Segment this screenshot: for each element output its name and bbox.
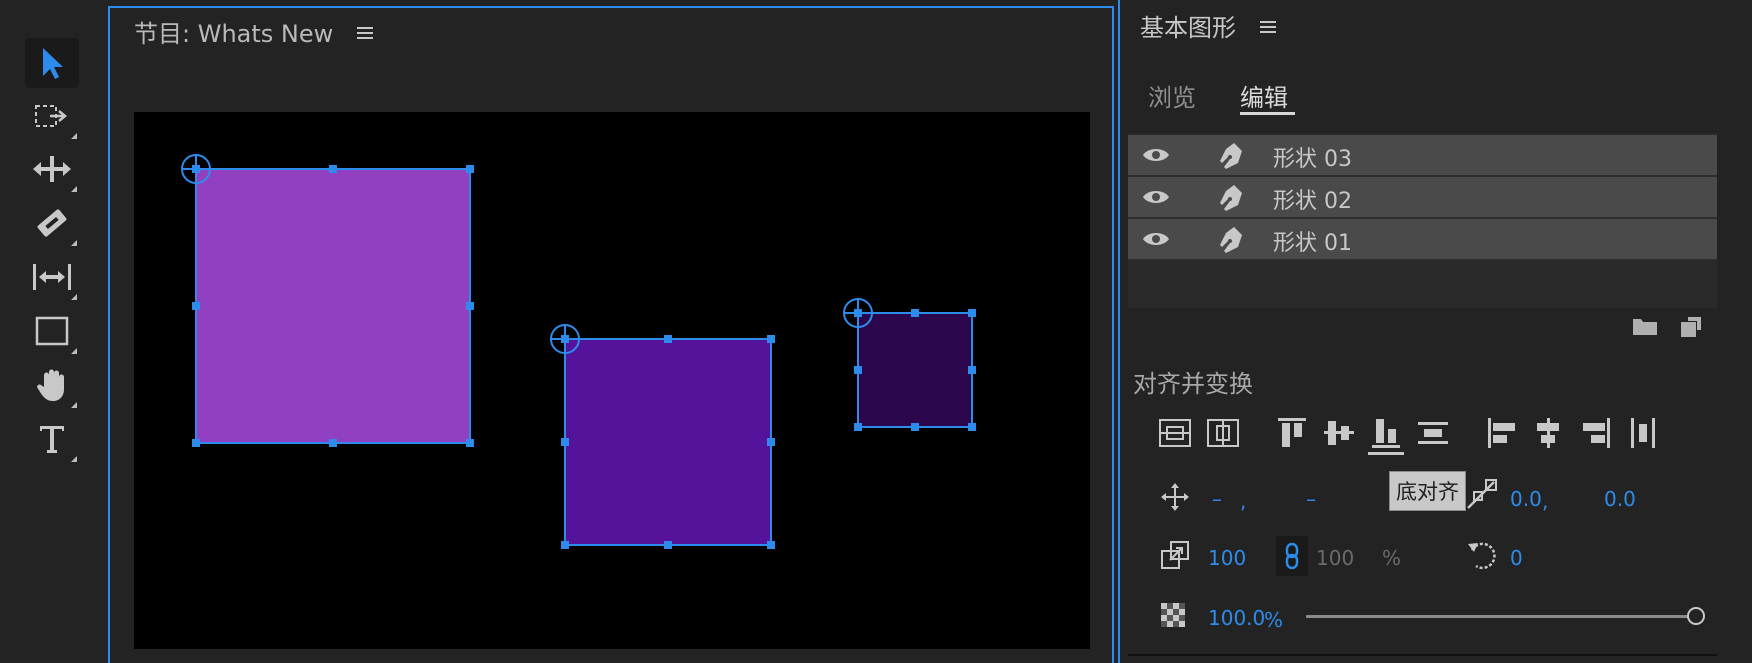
tab-edit[interactable]: 编辑 (1240, 78, 1288, 113)
anchor-point-icon[interactable] (550, 324, 580, 354)
scale-link-button[interactable] (1276, 536, 1308, 576)
tab-browse[interactable]: 浏览 (1148, 78, 1196, 113)
align-vertical-center-icon[interactable] (1322, 416, 1356, 450)
rectangle-icon (35, 316, 69, 346)
opacity-slider-thumb[interactable] (1687, 607, 1705, 625)
slip-tool[interactable] (25, 252, 79, 302)
pen-icon (1220, 143, 1242, 169)
distribute-vertical-icon[interactable] (1416, 416, 1450, 450)
razor-tool[interactable] (25, 198, 79, 248)
opacity-unit: % (1264, 608, 1284, 632)
align-bottom-icon (1372, 419, 1400, 448)
align-horizontal-center-icon[interactable] (1532, 416, 1564, 450)
align-to-video-frame-icon[interactable] (1158, 418, 1192, 448)
position-x-value[interactable]: – (1212, 487, 1222, 511)
selection-arrow-icon (43, 48, 63, 79)
chain-link-icon (1285, 542, 1299, 570)
layer-row[interactable]: 形状 02 (1128, 177, 1717, 219)
type-tool[interactable] (25, 414, 79, 464)
program-panel-menu-icon[interactable] (357, 24, 373, 42)
anchor-point-icon[interactable] (181, 154, 211, 184)
align-right-icon[interactable] (1580, 416, 1612, 450)
align-bottom-tooltip: 底对齐 (1389, 471, 1466, 511)
type-icon (40, 426, 64, 453)
scale-icon (1161, 541, 1189, 569)
rectangle-tool[interactable] (25, 306, 79, 356)
align-top-icon[interactable] (1276, 416, 1308, 450)
eye-icon[interactable] (1142, 147, 1170, 163)
align-to-selection-icon[interactable] (1206, 418, 1240, 448)
pen-icon (1220, 227, 1242, 253)
track-select-icon (35, 105, 67, 127)
eye-icon[interactable] (1142, 189, 1170, 205)
layer-row[interactable]: 形状 03 (1128, 135, 1717, 177)
layer-name: 形状 02 (1273, 189, 1352, 214)
anchor-point-icon (1467, 479, 1497, 509)
program-monitor-title: 节目: Whats New (134, 20, 334, 48)
align-transform-title: 对齐并变换 (1133, 370, 1253, 398)
position-move-icon (1161, 483, 1189, 511)
align-bottom-button[interactable] (1368, 414, 1404, 455)
razor-icon (37, 209, 67, 237)
track-select-tool[interactable] (25, 91, 79, 141)
shape-small[interactable] (843, 298, 976, 431)
layer-name: 形状 01 (1273, 231, 1352, 256)
opacity-slider-track[interactable] (1306, 607, 1705, 625)
ripple-edit-icon (33, 156, 71, 182)
hand-icon (37, 369, 64, 401)
position-separator: , (1240, 489, 1247, 513)
slip-icon (33, 264, 71, 290)
scale-linked-value: 100 (1316, 546, 1355, 570)
shape-medium[interactable] (550, 324, 775, 549)
panel-title: 基本图形 (1140, 14, 1236, 42)
rotation-icon (1468, 542, 1496, 570)
anchor-separator: , (1542, 489, 1549, 513)
align-left-icon[interactable] (1486, 416, 1518, 450)
position-y-value[interactable]: – (1306, 487, 1316, 511)
pen-icon (1220, 185, 1242, 211)
panel-menu-icon[interactable] (1260, 18, 1276, 36)
distribute-horizontal-icon[interactable] (1626, 416, 1660, 450)
scale-unit: % (1382, 546, 1402, 570)
opacity-value[interactable]: 100.0 (1208, 606, 1265, 630)
canvas-shapes (181, 154, 976, 549)
program-canvas[interactable] (134, 112, 1090, 649)
hand-tool[interactable] (25, 360, 79, 410)
layer-name: 形状 03 (1273, 147, 1352, 172)
anchor-x-value[interactable]: 0.0 (1510, 487, 1542, 511)
rotation-value[interactable]: 0 (1510, 546, 1523, 570)
new-layer-icon[interactable] (1680, 316, 1702, 338)
opacity-slider-fill (1306, 615, 1696, 618)
eye-icon[interactable] (1142, 231, 1170, 247)
anchor-y-value[interactable]: 0.0 (1604, 487, 1636, 511)
shape-large[interactable] (181, 154, 474, 447)
scale-value[interactable]: 100 (1208, 546, 1246, 570)
tab-edit-underline (1240, 112, 1295, 115)
panel-bottom-divider (1128, 654, 1717, 656)
layer-row[interactable]: 形状 01 (1128, 219, 1717, 261)
ripple-edit-tool[interactable] (25, 144, 79, 194)
anchor-point-icon[interactable] (843, 298, 873, 328)
new-group-folder-icon[interactable] (1632, 316, 1658, 336)
opacity-checker-icon (1161, 603, 1185, 627)
selection-tool[interactable] (25, 38, 79, 88)
tools-panel (0, 0, 106, 663)
